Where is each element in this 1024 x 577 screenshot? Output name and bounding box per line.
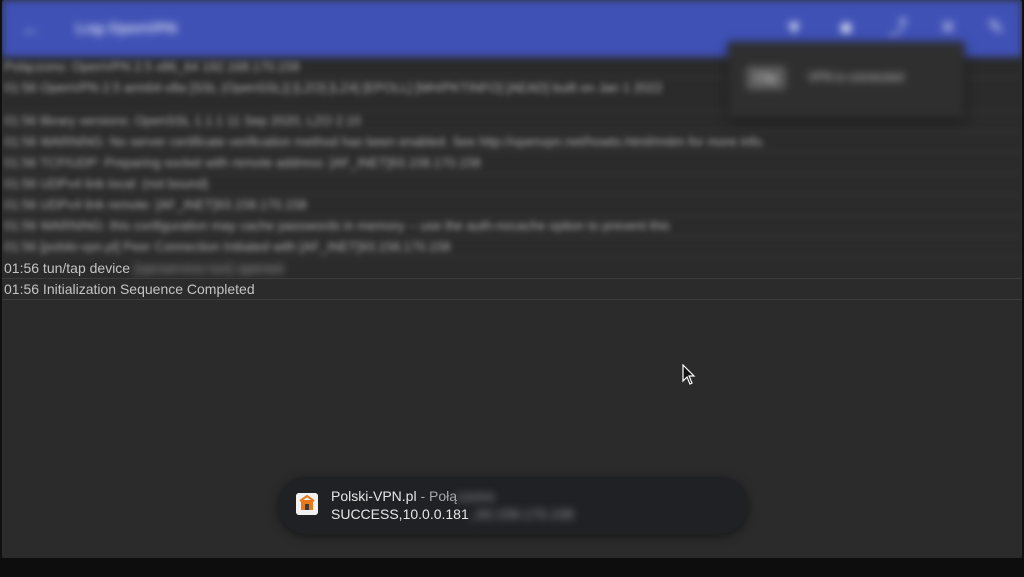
- share-icon[interactable]: ⤴: [886, 16, 910, 40]
- filter-icon[interactable]: ▼: [782, 16, 806, 40]
- bottom-bar: [0, 558, 1024, 577]
- toolbar-title: Log OpenVPN: [76, 20, 177, 37]
- toast-status: Połą: [429, 488, 458, 504]
- log-line: 01:56 WARNING: this configuration may ca…: [2, 216, 1022, 237]
- toast-title-line: Polski-VPN.pl - Połączono: [331, 488, 494, 504]
- toast-detail-blurred: ,,93.158.170.158: [468, 506, 574, 522]
- toast-status-blurred: czono: [457, 488, 495, 504]
- toast-detail-line: SUCCESS,10.0.0.181,,93.158.170.158: [331, 506, 574, 522]
- arrow-back-icon[interactable]: ←: [20, 18, 42, 40]
- save-icon[interactable]: ■: [834, 16, 858, 40]
- openvpn-app-icon: [296, 493, 318, 515]
- log-text-blurred: [vpnservice-tun] opened: [134, 260, 284, 276]
- log-line: 01:56 WARNING: No server certificate ver…: [2, 132, 1022, 153]
- log-line: 01:56 TCP/UDP: Preparing socket with rem…: [2, 153, 1022, 174]
- close-icon[interactable]: ✕: [936, 16, 960, 40]
- log-line-completed: 01:56 Initialization Sequence Completed: [2, 279, 1022, 300]
- log-line: 01:56 UDPv4 link remote: [AF_INET]93.158…: [2, 195, 1022, 216]
- edit-icon[interactable]: ✎: [984, 16, 1008, 40]
- toast-title: Polski-VPN.pl: [331, 488, 417, 504]
- toast-separator: -: [416, 488, 430, 504]
- openvpn-log-window: ← Log OpenVPN ▼ ■ ⤴ ✕ ✎ Polączono: OpenV…: [2, 0, 1022, 558]
- mouse-cursor-icon: [682, 364, 696, 385]
- screen: ← Log OpenVPN ▼ ■ ⤴ ✕ ✎ Polączono: OpenV…: [0, 0, 1024, 577]
- vpn-notification-toast[interactable]: Polski-VPN.pl - Połączono SUCCESS,10.0.0…: [278, 477, 748, 534]
- toast-detail: SUCCESS,10.0.0.181: [331, 506, 469, 522]
- log-text: 01:56 tun/tap device: [4, 260, 134, 276]
- log-line-tuntap: 01:56 tun/tap device [vpnservice-tun] op…: [2, 258, 1022, 279]
- popup-message: VPN is connected: [808, 70, 904, 84]
- log-line: 01:56 UDPv4 link local: (not bound): [2, 174, 1022, 195]
- popup-chip[interactable]: Clip: [746, 66, 786, 90]
- status-popup: Clip VPN is connected: [728, 42, 964, 118]
- log-line: 01:56 [polski-vpn.pl] Peer Connection In…: [2, 237, 1022, 258]
